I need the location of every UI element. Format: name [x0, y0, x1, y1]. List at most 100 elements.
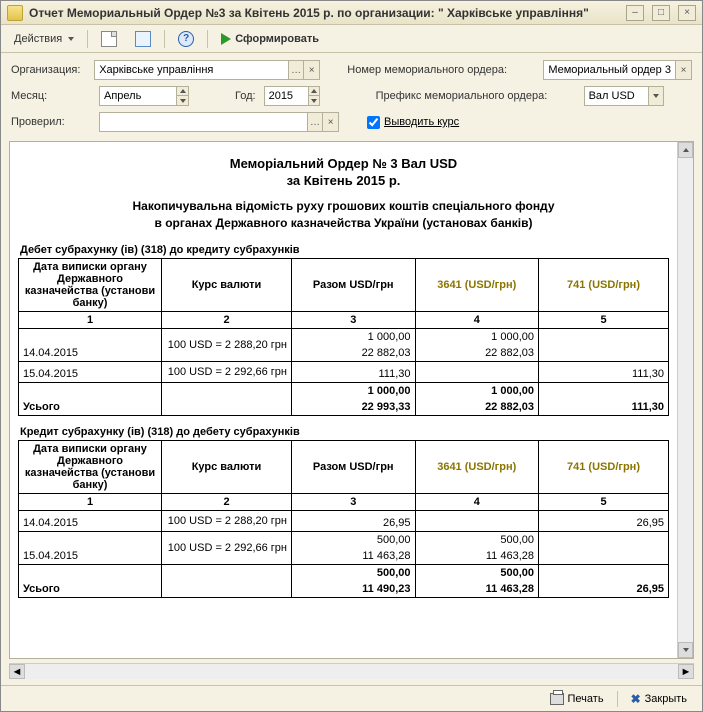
report-description: Накопичувальна відомість руху грошових к… [18, 198, 669, 232]
col-rate: Курс валюти [162, 440, 292, 493]
debit-body: 14.04.2015100 USD = 2 288,20 грн1 000,00… [19, 328, 669, 415]
filter-form: Организация: … × Номер мемориального орд… [1, 53, 702, 137]
org-clear-button[interactable]: × [303, 61, 319, 79]
col-741: 741 (USD/грн) [539, 258, 669, 311]
arrow-up-icon [180, 89, 186, 93]
report-area: Меморіальний Ордер № 3 Вал USD за Квітен… [9, 141, 694, 659]
window-title: Отчет Мемориальный Ордер №3 за Квітень 2… [29, 6, 618, 20]
section-debit: Дебет субрахунку (ів) (318) до кредиту с… [20, 244, 669, 256]
section-credit: Кредит субрахунку (ів) (318) до дебету с… [20, 426, 669, 438]
app-icon [7, 5, 23, 21]
arrow-down-icon [180, 99, 186, 103]
verified-clear-button[interactable]: × [322, 113, 338, 131]
credit-table: Дата виписки органу Державного казначейс… [18, 440, 669, 598]
report-subtitle: за Квітень 2015 р. [18, 173, 669, 188]
report-window: Отчет Мемориальный Ордер №3 за Квітень 2… [0, 0, 703, 712]
memo-num-input[interactable] [544, 64, 675, 76]
col-total: Разом USD/грн [292, 440, 416, 493]
coln-4: 4 [415, 493, 539, 510]
report-content: Меморіальний Ордер № 3 Вал USD за Квітен… [10, 142, 677, 658]
output-rate-input[interactable] [367, 116, 380, 129]
close-icon: ✖ [631, 692, 641, 706]
month-field[interactable] [99, 86, 189, 106]
close-form-button[interactable]: ✖ Закрыть [624, 689, 694, 709]
col-741: 741 (USD/грн) [539, 440, 669, 493]
title-bar: Отчет Мемориальный Ордер №3 за Квітень 2… [1, 1, 702, 25]
output-rate-checkbox[interactable]: Выводить курс [367, 116, 459, 129]
scroll-down-button[interactable] [678, 642, 693, 658]
help-icon: ? [178, 31, 194, 47]
col-total: Разом USD/грн [292, 258, 416, 311]
coln-3: 3 [292, 493, 416, 510]
chevron-down-icon [68, 37, 74, 41]
prefix-field[interactable] [584, 86, 664, 106]
scroll-up-button[interactable] [678, 142, 693, 158]
generate-button[interactable]: Сформировать [214, 30, 326, 48]
coln-4: 4 [415, 311, 539, 328]
actions-label: Действия [14, 33, 62, 45]
scroll-left-button[interactable]: ◄ [9, 664, 25, 679]
status-bar: Печать ✖ Закрыть [1, 685, 702, 711]
verified-select-button[interactable]: … [307, 113, 323, 131]
arrow-down-icon [311, 99, 317, 103]
output-rate-label: Выводить курс [384, 116, 459, 128]
org-input[interactable] [95, 64, 288, 76]
tool-open[interactable] [128, 28, 158, 50]
month-spinner[interactable] [176, 87, 188, 105]
horizontal-scrollbar[interactable]: ◄ ► [9, 663, 694, 679]
print-button[interactable]: Печать [543, 690, 611, 708]
month-label: Месяц: [11, 90, 91, 102]
prefix-label: Префикс мемориального ордера: [376, 90, 576, 102]
toolbar-separator [87, 30, 88, 48]
coln-3: 3 [292, 311, 416, 328]
minimize-button[interactable]: – [626, 5, 644, 21]
table-row: 15.04.2015100 USD = 2 292,66 грн500,0050… [19, 531, 669, 548]
vertical-scrollbar[interactable] [677, 142, 693, 658]
verified-field[interactable]: … × [99, 112, 339, 132]
total-row: Усього500,00500,00 [19, 564, 669, 581]
scroll-right-button[interactable]: ► [678, 664, 694, 679]
close-button[interactable]: × [678, 5, 696, 21]
printer-icon [550, 693, 564, 705]
prefix-dropdown-button[interactable] [648, 87, 662, 105]
org-select-button[interactable]: … [288, 61, 304, 79]
document-icon [101, 31, 117, 47]
memo-num-clear-button[interactable]: × [675, 61, 691, 79]
document2-icon [135, 31, 151, 47]
memo-num-field[interactable]: × [543, 60, 692, 80]
tool-help[interactable]: ? [171, 28, 201, 50]
verified-input[interactable] [100, 116, 307, 128]
prefix-input[interactable] [585, 90, 649, 102]
coln-2: 2 [162, 493, 292, 510]
col-rate: Курс валюти [162, 258, 292, 311]
coln-2: 2 [162, 311, 292, 328]
toolbar-separator [164, 30, 165, 48]
tool-new[interactable] [94, 28, 124, 50]
table-row: 14.04.2015100 USD = 2 288,20 грн1 000,00… [19, 328, 669, 345]
actions-menu[interactable]: Действия [7, 30, 81, 48]
debit-table: Дата виписки органу Державного казначейс… [18, 258, 669, 416]
year-input[interactable] [265, 90, 308, 102]
statusbar-separator [617, 691, 618, 707]
arrow-up-icon [311, 89, 317, 93]
year-spinner[interactable] [308, 87, 319, 105]
credit-body: 14.04.2015100 USD = 2 288,20 грн26,9526,… [19, 510, 669, 597]
col-date: Дата виписки органу Державного казначейс… [19, 258, 162, 311]
year-label: Год: [235, 90, 256, 102]
month-input[interactable] [100, 90, 176, 102]
report-desc2: в органах Державного казначейства Україн… [155, 216, 533, 230]
report-desc1: Накопичувальна відомість руху грошових к… [133, 199, 555, 213]
col-date: Дата виписки органу Державного казначейс… [19, 440, 162, 493]
total-row: Усього1 000,001 000,00 [19, 382, 669, 399]
coln-5: 5 [539, 493, 669, 510]
org-label: Организация: [11, 64, 86, 76]
report-title: Меморіальний Ордер № 3 Вал USD [18, 156, 669, 171]
toolbar-separator [207, 30, 208, 48]
print-label: Печать [568, 693, 604, 705]
maximize-button[interactable]: □ [652, 5, 670, 21]
year-field[interactable] [264, 86, 320, 106]
close-label: Закрыть [645, 693, 687, 705]
org-field[interactable]: … × [94, 60, 320, 80]
verified-label: Проверил: [11, 116, 91, 128]
coln-5: 5 [539, 311, 669, 328]
